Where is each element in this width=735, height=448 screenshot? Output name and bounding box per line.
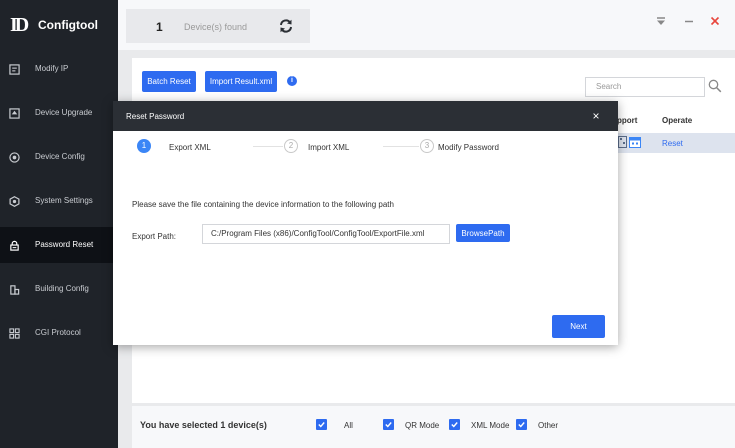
checkbox-xml-mode[interactable] [449,419,460,430]
search-icon[interactable] [708,79,722,93]
step-1-circle: 1 [137,139,151,153]
step-2-circle: 2 [284,139,298,153]
close-icon[interactable]: × [589,109,603,123]
sidebar-item-label: CGI Protocol [35,328,81,337]
export-path-label: Export Path: [132,232,177,241]
column-header-operate: Operate [662,116,693,125]
sidebar-item-label: Device Upgrade [35,108,93,117]
search-input[interactable]: Search [585,77,705,97]
app-name: Configtool [38,18,98,32]
checkmark-icon [518,422,525,428]
menu-dropdown-icon[interactable] [654,14,668,28]
calendar-icon [629,136,641,148]
export-instruction: Please save the file containing the devi… [132,200,394,209]
device-config-icon [8,151,20,163]
export-path-input[interactable]: C:/Program Files (x86)/ConfigTool/Config… [202,224,450,244]
checkbox-other-label: Other [538,421,559,430]
step-3-circle: 3 [420,139,434,153]
step-connector [253,146,283,147]
sidebar-item-label: Device Config [35,152,85,161]
checkmark-icon [451,422,458,428]
sidebar-item-cgi-protocol[interactable]: CGI Protocol [0,315,118,351]
checkmark-icon [318,422,325,428]
sidebar-item-building-config[interactable]: Building Config [0,271,118,307]
checkbox-other[interactable] [516,419,527,430]
step-1-label: Export XML [169,143,211,152]
sidebar-item-label: Password Reset [35,240,94,249]
sidebar: ID Configtool Modify IP Device Upgrade D… [0,0,118,448]
app-logo: ID Configtool [10,14,98,36]
step-3-label: Modify Password [438,143,499,152]
qr-code-icon [618,136,627,148]
checkmark-icon [385,422,392,428]
sidebar-item-device-upgrade[interactable]: Device Upgrade [0,95,118,131]
sidebar-item-modify-ip[interactable]: Modify IP [0,51,118,87]
checkbox-all-label: All [344,421,353,430]
building-icon [8,283,20,295]
dialog-header: Reset Password × [113,101,618,131]
column-header-support: pport [617,116,638,125]
checkbox-xml-mode-label: XML Mode [471,421,510,430]
dialog-title: Reset Password [126,112,185,121]
sidebar-item-device-config[interactable]: Device Config [0,139,118,175]
sidebar-item-label: Building Config [35,284,89,293]
sidebar-item-password-reset[interactable]: Password Reset [0,227,118,263]
device-count: 1 [156,20,163,34]
device-found-panel: 1 Device(s) found [126,9,310,43]
reset-password-dialog: Reset Password × 1 Export XML 2 Import X… [113,101,618,345]
device-found-label: Device(s) found [184,22,248,32]
next-button[interactable]: Next [552,315,605,338]
browse-path-button[interactable]: BrowsePath [456,224,510,242]
checkbox-qr-mode-label: QR Mode [405,421,440,430]
sidebar-item-label: Modify IP [35,64,69,73]
grid-icon [8,327,20,339]
edit-icon [8,63,20,75]
lock-icon [8,239,20,251]
close-window-icon[interactable] [708,14,722,28]
step-connector [383,146,419,147]
sidebar-item-label: System Settings [35,196,93,205]
import-result-button[interactable]: Import Result.xml [205,71,277,92]
refresh-icon[interactable] [278,18,294,34]
minimize-icon[interactable] [682,14,696,28]
reset-link[interactable]: Reset [662,139,683,148]
step-2-label: Import XML [308,143,350,152]
top-bar: 1 Device(s) found [118,0,735,50]
sidebar-item-system-settings[interactable]: System Settings [0,183,118,219]
upgrade-icon [8,107,20,119]
checkbox-all[interactable] [316,419,327,430]
batch-reset-button[interactable]: Batch Reset [142,71,196,92]
selection-summary: You have selected 1 device(s) [140,420,267,430]
logo-icon: ID [10,14,29,36]
checkbox-qr-mode[interactable] [383,419,394,430]
system-settings-icon [8,195,20,207]
info-icon[interactable]: i [287,76,297,86]
